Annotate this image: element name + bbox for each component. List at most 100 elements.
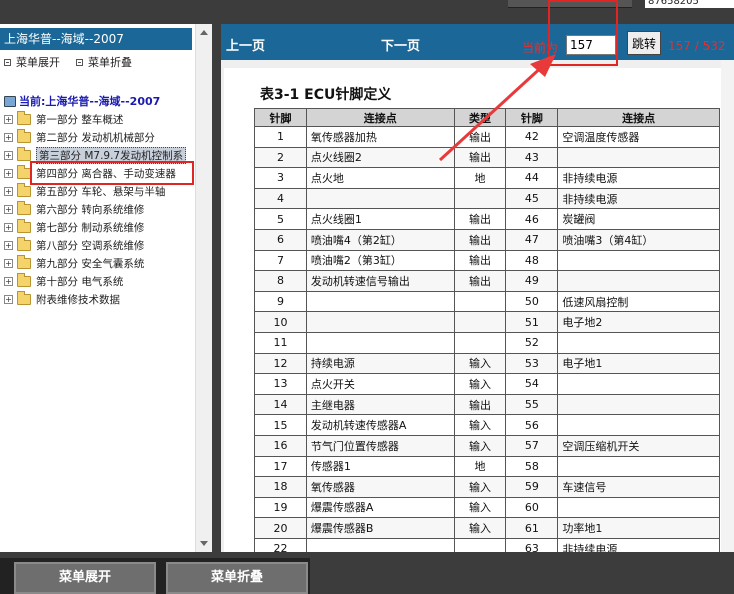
table-cell: 点火线圈1 (305, 208, 455, 230)
table-cell (557, 270, 720, 292)
table-cell: 2 (254, 146, 307, 169)
expand-plus-icon[interactable]: + (4, 204, 13, 214)
table-cell: 输出 (453, 270, 507, 292)
table-row: 12 持续电源 输入 53 电子地1 (254, 352, 720, 375)
phone-number: 87658205 (645, 0, 734, 8)
tree-node[interactable]: + 第六部分 转向系统维修 (4, 200, 194, 218)
scroll-down-icon[interactable] (200, 541, 208, 546)
annotation-rectangle (548, 0, 618, 66)
table-cell (557, 393, 720, 416)
table-cell: 空调温度传感器 (557, 126, 720, 148)
jump-button[interactable]: 跳转 (627, 31, 661, 55)
table-cell: 16 (254, 434, 307, 457)
expand-plus-icon[interactable]: + (4, 150, 13, 160)
tree-node[interactable]: + 第七部分 制动系统维修 (4, 218, 194, 236)
table-cell: 非持续电源 (557, 167, 720, 189)
expand-plus-icon[interactable]: + (4, 114, 13, 124)
expand-plus-icon[interactable]: + (4, 186, 13, 196)
table-cell (557, 331, 720, 354)
table-cell (305, 331, 455, 354)
header-cell: 针脚 (254, 108, 307, 127)
table-cell: 57 (505, 434, 559, 457)
table-cell: 19 (254, 496, 307, 519)
table-cell: 54 (505, 373, 559, 395)
expand-plus-icon[interactable]: + (4, 132, 13, 142)
tree-node[interactable]: + 第八部分 空调系统维修 (4, 236, 194, 254)
header-cell: 针脚 (505, 108, 559, 127)
expand-plus-icon[interactable]: + (4, 222, 13, 232)
table-row: 18 氧传感器 输入 59 车速信号 (254, 476, 720, 498)
header-cell: 连接点 (305, 108, 455, 127)
folder-icon (17, 290, 31, 305)
tree-node-label: 第八部分 空调系统维修 (36, 239, 145, 252)
table-cell: 地 (453, 455, 507, 478)
table-cell: 11 (254, 331, 307, 354)
table-row: 2 点火线圈2 输出 43 (254, 146, 720, 169)
tree-node[interactable]: + 第九部分 安全气囊系统 (4, 254, 194, 272)
table-cell: 9 (254, 290, 307, 313)
computer-icon (4, 95, 16, 107)
folder-icon (17, 272, 31, 287)
bottom-expand-button[interactable]: 菜单展开 (14, 562, 156, 594)
table-cell: 传感器1 (305, 455, 455, 478)
table-cell (305, 187, 455, 210)
table-row: 3 点火地地 44 非持续电源 (254, 167, 720, 189)
table-cell (453, 311, 507, 333)
table-row: 22 63 非持续电源 (254, 537, 720, 552)
table-cell: 14 (254, 393, 307, 416)
tree-node[interactable]: + 第十部分 电气系统 (4, 272, 194, 290)
table-cell: 输出 (453, 208, 507, 230)
expand-plus-icon[interactable]: + (4, 258, 13, 268)
expand-plus-icon[interactable]: + (4, 168, 13, 178)
table-row: 1 氧传感器加热 输出 42 空调温度传感器 (254, 126, 720, 148)
table-cell: 炭罐阀 (557, 208, 720, 230)
tree-node[interactable]: + 第一部分 整车概述 (4, 110, 194, 128)
bottom-collapse-button[interactable]: 菜单折叠 (166, 562, 308, 594)
page-count: 157 / 532 (668, 39, 726, 53)
table-cell: 主继电器 (305, 393, 455, 416)
scroll-up-icon[interactable] (200, 30, 208, 35)
table-cell: 42 (505, 126, 559, 148)
table-cell (453, 290, 507, 313)
document-scrollbar[interactable] (721, 60, 734, 552)
table-cell: 53 (505, 352, 559, 375)
table-cell: 6 (254, 228, 307, 251)
table-row: 5 点火线圈1 输出 46 炭罐阀 (254, 208, 720, 230)
table-cell: 61 (505, 517, 559, 539)
table-row: 17 传感器1 地 58 (254, 455, 720, 478)
table-cell: 15 (254, 414, 307, 436)
next-page-link[interactable]: 下一页 (381, 35, 420, 54)
table-cell: 功率地1 (557, 517, 720, 539)
top-bar: 87658205 (0, 0, 734, 24)
collapse-menu-link[interactable]: 菜单折叠 (76, 54, 132, 70)
document-page: 表3-1 ECU针脚定义 针脚 连接点 类型 针脚 连接点 1 氧传感器加热 输出 4… (224, 68, 721, 552)
tree-node[interactable]: + 附表维修技术数据 (4, 290, 194, 308)
table-cell (305, 311, 455, 333)
table-cell: 7 (254, 249, 307, 272)
table-cell: 节气门位置传感器 (305, 434, 455, 457)
prev-page-link[interactable]: 上一页 (226, 35, 265, 54)
expand-menu-link[interactable]: 菜单展开 (4, 54, 60, 70)
table-cell: 52 (505, 331, 559, 354)
table-cell: 50 (505, 290, 559, 313)
expand-plus-icon[interactable]: + (4, 240, 13, 250)
table-cell: 60 (505, 496, 559, 519)
table-cell (557, 146, 720, 169)
expand-plus-icon[interactable]: + (4, 276, 13, 286)
expand-menu-label: 菜单展开 (16, 56, 60, 69)
page-nav-bar: 上一页 下一页 当前为 跳转 157 / 532 (221, 24, 734, 60)
tree-root[interactable]: 当前:上海华普--海域--2007 (4, 92, 194, 110)
tree-node[interactable]: + 第二部分 发动机机械部分 (4, 128, 194, 146)
table-row: 11 52 (254, 331, 720, 354)
table-cell: 持续电源 (305, 352, 455, 375)
table-row: 13 点火开关 输入 54 (254, 373, 720, 395)
menu-scrollbar[interactable] (195, 24, 212, 552)
tree-root-label: 当前:上海华普--海域--2007 (19, 95, 161, 108)
table-header-row: 针脚 连接点 类型 针脚 连接点 (254, 108, 720, 127)
expand-icon (4, 58, 11, 66)
table-cell: 17 (254, 455, 307, 478)
expand-plus-icon[interactable]: + (4, 294, 13, 304)
folder-icon (17, 182, 31, 197)
tree-node-label: 第九部分 安全气囊系统 (36, 257, 145, 270)
table-cell: 车速信号 (557, 476, 720, 498)
